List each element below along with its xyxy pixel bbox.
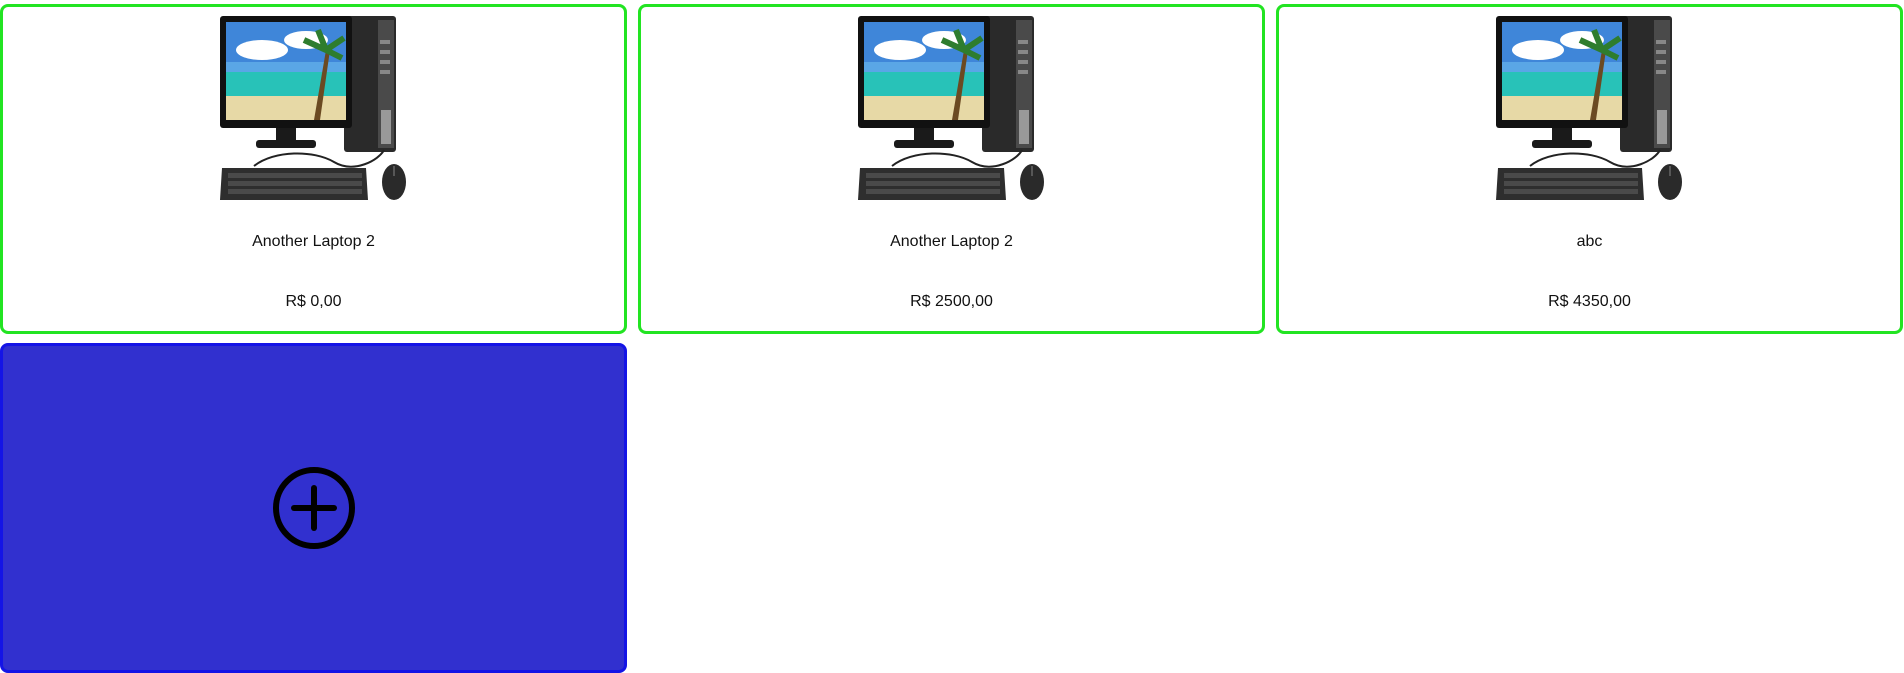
product-card[interactable]: Another Laptop 2 R$ 2500,00 [638, 4, 1265, 334]
add-product-button[interactable] [0, 343, 627, 673]
desktop-computer-illustration [1495, 16, 1682, 200]
desktop-computer-icon [857, 16, 1044, 200]
plus-circle-icon [272, 467, 355, 549]
product-card[interactable]: Another Laptop 2 R$ 0,00 [0, 4, 627, 334]
product-price: R$ 2500,00 [910, 293, 993, 310]
product-name: Another Laptop 2 [890, 233, 1013, 250]
product-name: Another Laptop 2 [252, 233, 375, 250]
desktop-computer-illustration [219, 16, 406, 200]
product-grid: Another Laptop 2 R$ 0,00 Another Laptop … [0, 4, 1904, 673]
product-name: abc [1576, 233, 1603, 250]
desktop-computer-icon [219, 16, 406, 200]
desktop-computer-illustration [857, 16, 1044, 200]
desktop-computer-icon [1495, 16, 1682, 200]
product-card[interactable]: abc R$ 4350,00 [1276, 4, 1903, 334]
product-price: R$ 0,00 [285, 293, 342, 310]
product-price: R$ 4350,00 [1548, 293, 1631, 310]
